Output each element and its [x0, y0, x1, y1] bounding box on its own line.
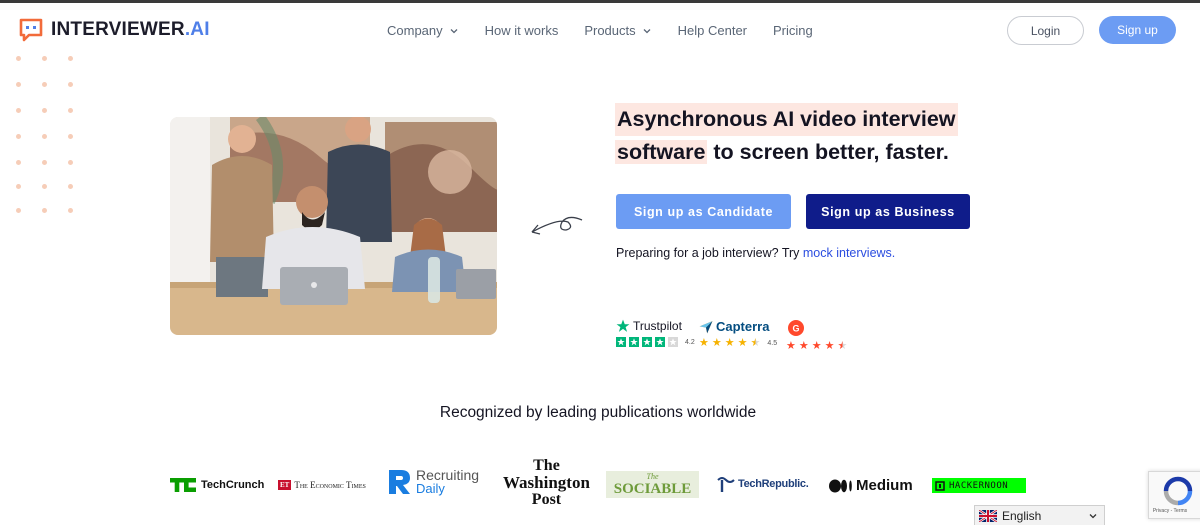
pub-wapo-washington: Washington: [503, 473, 590, 492]
hackernoon-logo-icon: [935, 480, 945, 491]
arrow-doodle-icon: [531, 216, 583, 235]
signup-button[interactable]: Sign up: [1099, 16, 1176, 44]
pub-hackernoon-label: HACKERNOON: [949, 480, 1009, 491]
logo[interactable]: INTERVIEWER.AI: [19, 18, 210, 42]
decorative-dot-grid: [16, 56, 80, 220]
pub-sociable: The SOCIABLE: [606, 471, 699, 498]
team-photo-illustration: [170, 117, 497, 335]
pub-daily-label: Daily: [416, 481, 445, 496]
login-button[interactable]: Login: [1007, 16, 1084, 45]
nav-company-label: Company: [387, 23, 443, 38]
recaptcha-icon: [1163, 476, 1193, 506]
main-nav: Company How it works Products Help Cente…: [387, 23, 813, 38]
nav-products[interactable]: Products: [584, 23, 651, 38]
hero-team-photo: [170, 117, 497, 335]
recaptcha-links[interactable]: Privacy - Terms: [1153, 508, 1187, 514]
pub-economic-times-label: The Economic Times: [294, 480, 366, 490]
hero-headline: Asynchronous AI video interview software…: [615, 103, 958, 169]
publications-heading: Recognized by leading publications world…: [439, 404, 757, 421]
pub-techrepublic: TechRepublic.: [716, 474, 809, 494]
mock-interviews-link[interactable]: mock interviews.: [803, 246, 895, 260]
pub-techcrunch-label: TechCrunch: [201, 479, 265, 491]
techrepublic-logo-icon: [717, 477, 735, 492]
g2-logo-icon: G: [788, 320, 804, 336]
top-border: [0, 0, 1200, 3]
g2-stars: ★ ★ ★ ★ ★: [786, 340, 848, 352]
nav-help-center[interactable]: Help Center: [678, 23, 747, 38]
nav-how-it-works-label: How it works: [484, 23, 559, 38]
pub-recruiting-daily: Recruiting Daily: [387, 468, 479, 496]
nav-pricing-label: Pricing: [773, 23, 813, 38]
capterra-stars: ★ ★ ★ ★ ★ 4.5: [699, 337, 778, 349]
techcrunch-logo-icon: [170, 478, 196, 492]
medium-logo-icon: [829, 479, 852, 492]
chevron-down-icon: [643, 28, 651, 33]
pub-medium: Medium: [829, 477, 913, 494]
nav-products-label: Products: [584, 23, 636, 38]
pub-economic-times: ET The Economic Times: [278, 480, 366, 490]
logo-chat-icon: [19, 18, 43, 42]
svg-text:G: G: [792, 324, 799, 334]
nav-help-center-label: Help Center: [677, 23, 748, 38]
pub-hackernoon: HACKERNOON: [932, 478, 1026, 493]
mock-interview-prompt: Preparing for a job interview? Try mock …: [616, 246, 895, 260]
capterra-score: 4.5: [767, 339, 778, 347]
nav-pricing[interactable]: Pricing: [773, 23, 813, 38]
chevron-down-icon: [450, 28, 458, 33]
signup-business-button[interactable]: Sign up as Business: [806, 194, 970, 229]
chevron-down-icon: [1089, 514, 1097, 519]
nav-how-it-works[interactable]: How it works: [485, 23, 559, 38]
signup-candidate-button[interactable]: Sign up as Candidate: [616, 194, 791, 229]
headline-line-2: software to screen better, faster.: [615, 140, 949, 164]
pub-techcrunch: TechCrunch: [170, 478, 264, 492]
pub-wapo-post: Post: [531, 491, 562, 508]
headline-line-1: Asynchronous AI video interview: [615, 103, 958, 136]
capterra-label: Capterra: [716, 319, 770, 334]
logo-text: INTERVIEWER.AI: [51, 19, 210, 40]
pub-recruiting-label: Recruiting: [416, 467, 480, 483]
recruiting-daily-logo-icon: [389, 470, 410, 494]
economic-times-mark: ET: [278, 480, 292, 490]
trustpilot-star-icon: [616, 319, 630, 332]
pub-washington-post: The Washington Post: [503, 457, 590, 508]
nav-company[interactable]: Company: [387, 23, 459, 38]
trustpilot-stars: 4.2: [616, 337, 695, 347]
capterra-rating[interactable]: Capterra ★ ★ ★ ★ ★ 4.5: [699, 319, 778, 349]
uk-flag-icon: [979, 510, 997, 522]
language-selector[interactable]: English: [974, 505, 1105, 525]
trustpilot-rating[interactable]: Trustpilot 4.2: [616, 319, 695, 347]
pub-wapo-the: The: [533, 457, 560, 474]
prep-text: Preparing for a job interview? Try: [616, 246, 803, 260]
pub-techrepublic-label: TechRepublic.: [738, 478, 809, 490]
trustpilot-label: Trustpilot: [633, 319, 682, 333]
g2-rating[interactable]: G ★ ★ ★ ★ ★: [786, 319, 848, 352]
pub-medium-label: Medium: [856, 477, 913, 494]
pub-sociable-label: SOCIABLE: [613, 481, 692, 497]
capterra-arrow-icon: [699, 320, 713, 333]
language-selected: English: [1002, 509, 1042, 523]
recaptcha-badge[interactable]: Privacy - Terms: [1148, 471, 1200, 519]
trustpilot-score: 4.2: [685, 338, 695, 346]
